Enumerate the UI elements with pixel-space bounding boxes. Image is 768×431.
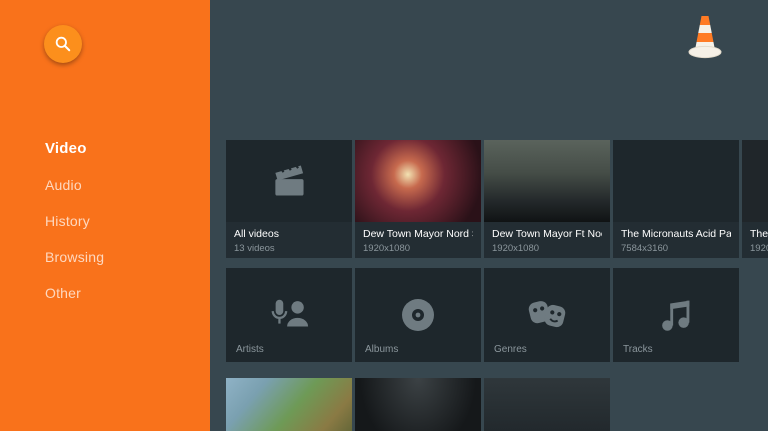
video-card-clipped[interactable]: The M 1920 — [742, 140, 768, 258]
video-card[interactable]: Dew Town Mayor Nord Strea.. 1920x1080 — [355, 140, 481, 258]
video-title: The Micronauts Acid Party [O.. — [621, 228, 731, 240]
music-note-icon — [655, 294, 697, 336]
audio-categories-row: Artists Albums — [226, 268, 739, 362]
bottom-row — [226, 378, 610, 431]
tracks-tile[interactable]: Tracks — [613, 268, 739, 362]
video-thumbnail — [355, 140, 481, 222]
video-thumbnail — [226, 378, 352, 431]
video-resolution: 1920x1080 — [492, 243, 602, 254]
main-content: All videos 13 videos Dew Town Mayor Nord… — [210, 0, 768, 431]
video-title: The M — [750, 228, 768, 240]
tile-label: Albums — [365, 344, 398, 355]
sidebar-item-video[interactable]: Video — [0, 130, 210, 167]
video-thumbnail — [742, 140, 768, 222]
video-thumbnail — [484, 378, 610, 431]
theater-masks-icon — [524, 294, 570, 336]
video-row: All videos 13 videos Dew Town Mayor Nord… — [226, 140, 768, 258]
sidebar-item-audio[interactable]: Audio — [0, 167, 210, 203]
sidebar-item-other[interactable]: Other — [0, 275, 210, 311]
video-thumbnail — [613, 140, 739, 222]
card-title: All videos — [234, 228, 344, 240]
all-videos-card[interactable]: All videos 13 videos — [226, 140, 352, 258]
video-card-partial[interactable] — [484, 378, 610, 431]
tile-label: Artists — [236, 344, 264, 355]
video-title: Dew Town Mayor Ft Noël Ras.. — [492, 228, 602, 240]
video-card[interactable]: Dew Town Mayor Ft Noël Ras.. 1920x1080 — [484, 140, 610, 258]
video-thumbnail — [484, 140, 610, 222]
artists-tile[interactable]: Artists — [226, 268, 352, 362]
sidebar-menu: Video Audio History Browsing Other — [0, 130, 210, 311]
video-resolution: 1920 — [750, 243, 768, 254]
video-card[interactable]: The Micronauts Acid Party [O.. 7584x3160 — [613, 140, 739, 258]
clapperboard-icon — [267, 161, 311, 201]
all-videos-caption: All videos 13 videos — [226, 222, 352, 258]
search-button[interactable] — [44, 25, 82, 63]
sidebar: Video Audio History Browsing Other — [0, 0, 210, 431]
video-card-partial[interactable] — [226, 378, 352, 431]
video-thumbnail — [355, 378, 481, 431]
albums-icon — [396, 293, 440, 337]
vlc-tv-app: Video Audio History Browsing Other — [0, 0, 768, 431]
video-resolution: 1920x1080 — [363, 243, 473, 254]
artists-icon — [266, 294, 312, 336]
search-icon — [53, 34, 73, 54]
video-resolution: 7584x3160 — [621, 243, 731, 254]
vlc-cone-logo — [688, 12, 722, 59]
sidebar-item-history[interactable]: History — [0, 203, 210, 239]
genres-tile[interactable]: Genres — [484, 268, 610, 362]
tile-label: Tracks — [623, 344, 653, 355]
tile-label: Genres — [494, 344, 527, 355]
sidebar-item-browsing[interactable]: Browsing — [0, 239, 210, 275]
albums-tile[interactable]: Albums — [355, 268, 481, 362]
card-subtitle: 13 videos — [234, 243, 344, 254]
video-card-partial[interactable] — [355, 378, 481, 431]
all-videos-thumb — [226, 140, 352, 222]
video-title: Dew Town Mayor Nord Strea.. — [363, 228, 473, 240]
